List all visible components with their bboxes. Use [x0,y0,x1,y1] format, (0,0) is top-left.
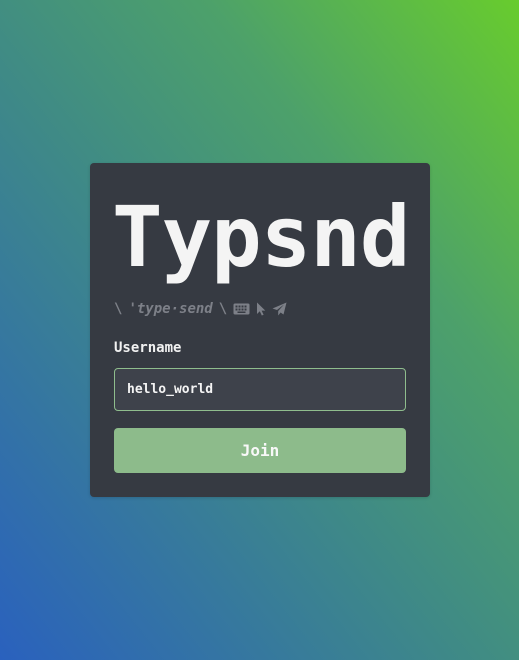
login-card: Typsnd \ 'type·send \ Username hello_wor… [90,163,430,497]
username-input[interactable] [114,368,406,411]
join-button[interactable]: Join [114,428,406,473]
app-title: Typsnd [112,188,410,286]
pronunciation-text: 'type·send [128,301,213,317]
send-icon [272,302,287,316]
username-label: Username [114,340,182,356]
pronunciation-open-slash: \ [114,301,123,317]
keyboard-icon [233,303,250,315]
cursor-icon [256,302,266,316]
pronunciation-close-slash: \ [218,301,228,317]
pronunciation: \ 'type·send \ [114,299,287,319]
